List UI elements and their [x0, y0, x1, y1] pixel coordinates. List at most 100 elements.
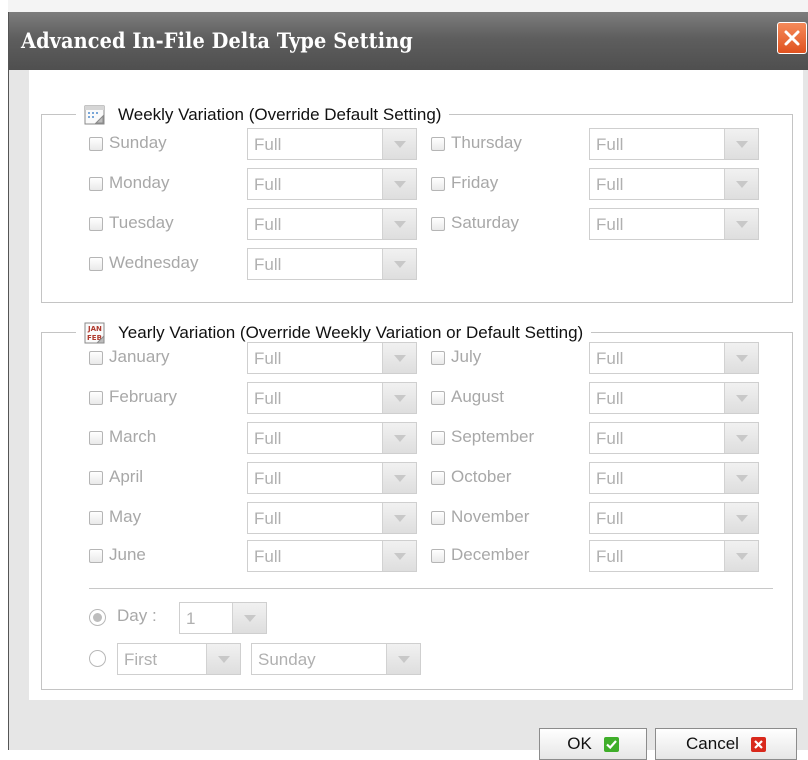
- month-august-checkbox[interactable]: [431, 391, 445, 405]
- chevron-down-icon: [394, 515, 406, 522]
- month-december-checkbox[interactable]: [431, 549, 445, 563]
- day-monday-checkbox[interactable]: [89, 177, 103, 191]
- dropdown-arrow[interactable]: [382, 541, 416, 571]
- chevron-down-icon: [394, 395, 406, 402]
- month-august-label: August: [451, 387, 504, 406]
- month-april-checkbox[interactable]: [89, 471, 103, 485]
- weekly-legend: Weekly Variation (Override Default Setti…: [76, 101, 450, 129]
- day-friday-type-select[interactable]: Full: [589, 168, 759, 200]
- month-march-type-value: Full: [254, 429, 282, 448]
- dropdown-arrow[interactable]: [382, 343, 416, 373]
- day-saturday-checkbox[interactable]: [431, 217, 445, 231]
- month-april-type-value: Full: [254, 469, 282, 488]
- day-tuesday-checkbox[interactable]: [89, 217, 103, 231]
- day-thursday-label: Thursday: [451, 133, 522, 152]
- month-may-type-select[interactable]: Full: [247, 502, 417, 534]
- month-september-type-select[interactable]: Full: [589, 422, 759, 454]
- month-september-checkbox[interactable]: [431, 431, 445, 445]
- dropdown-arrow[interactable]: [382, 383, 416, 413]
- month-november-type-value: Full: [596, 509, 624, 528]
- day-friday-type-value: Full: [596, 175, 624, 194]
- month-april-type-select[interactable]: Full: [247, 462, 417, 494]
- dropdown-arrow[interactable]: [724, 209, 758, 239]
- calendar-month-icon: JAN FEB: [84, 322, 106, 344]
- day-sunday-checkbox[interactable]: [89, 137, 103, 151]
- dropdown-arrow[interactable]: [724, 169, 758, 199]
- weekday-select[interactable]: Sunday: [251, 643, 421, 675]
- month-november-type-select[interactable]: Full: [589, 502, 759, 534]
- dropdown-arrow[interactable]: [232, 603, 266, 633]
- day-monday-type-select[interactable]: Full: [247, 168, 417, 200]
- month-november-checkbox[interactable]: [431, 511, 445, 525]
- dropdown-arrow[interactable]: [382, 169, 416, 199]
- month-march-checkbox[interactable]: [89, 431, 103, 445]
- chevron-down-icon: [736, 475, 748, 482]
- yearly-separator: [89, 588, 773, 589]
- day-sunday-type-select[interactable]: Full: [247, 128, 417, 160]
- close-button[interactable]: [777, 22, 807, 54]
- day-saturday-type-select[interactable]: Full: [589, 208, 759, 240]
- month-march-type-select[interactable]: Full: [247, 422, 417, 454]
- dropdown-arrow[interactable]: [386, 644, 420, 674]
- ok-button[interactable]: OK: [539, 728, 647, 760]
- dropdown-arrow[interactable]: [382, 129, 416, 159]
- month-december-label: December: [451, 545, 530, 564]
- calendar-week-icon: [84, 104, 106, 126]
- month-january-checkbox[interactable]: [89, 351, 103, 365]
- title-bar[interactable]: Advanced In-File Delta Type Setting: [9, 12, 808, 70]
- dropdown-arrow[interactable]: [724, 383, 758, 413]
- ordinal-radio[interactable]: [89, 650, 106, 667]
- dropdown-arrow[interactable]: [724, 541, 758, 571]
- month-july-checkbox[interactable]: [431, 351, 445, 365]
- month-april-label: April: [109, 467, 144, 486]
- day-tuesday-label: Tuesday: [109, 213, 174, 232]
- day-monday-type-value: Full: [254, 175, 282, 194]
- dropdown-arrow[interactable]: [382, 209, 416, 239]
- month-january-type-select[interactable]: Full: [247, 342, 417, 374]
- month-october-checkbox[interactable]: [431, 471, 445, 485]
- dropdown-arrow[interactable]: [724, 423, 758, 453]
- month-october-type-select[interactable]: Full: [589, 462, 759, 494]
- day-friday-checkbox[interactable]: [431, 177, 445, 191]
- day-tuesday-type-select[interactable]: Full: [247, 208, 417, 240]
- day-radio[interactable]: [89, 609, 106, 626]
- chevron-down-icon: [394, 435, 406, 442]
- day-wednesday-type-select[interactable]: Full: [247, 248, 417, 280]
- month-february-type-select[interactable]: Full: [247, 382, 417, 414]
- month-october-type-value: Full: [596, 469, 624, 488]
- month-february-checkbox[interactable]: [89, 391, 103, 405]
- chevron-down-icon: [218, 656, 230, 663]
- ordinal-select[interactable]: First: [117, 643, 241, 675]
- month-july-type-value: Full: [596, 349, 624, 368]
- month-june-type-select[interactable]: Full: [247, 540, 417, 572]
- month-december-type-select[interactable]: Full: [589, 540, 759, 572]
- day-wednesday-checkbox[interactable]: [89, 257, 103, 271]
- month-august-type-select[interactable]: Full: [589, 382, 759, 414]
- cancel-button[interactable]: Cancel: [655, 728, 797, 760]
- dropdown-arrow[interactable]: [382, 423, 416, 453]
- close-icon: [784, 30, 800, 46]
- month-june-checkbox[interactable]: [89, 549, 103, 563]
- day-number-value: 1: [186, 609, 196, 628]
- dropdown-arrow[interactable]: [724, 129, 758, 159]
- day-thursday-type-select[interactable]: Full: [589, 128, 759, 160]
- day-wednesday-label: Wednesday: [109, 253, 199, 272]
- dropdown-arrow[interactable]: [382, 463, 416, 493]
- dropdown-arrow[interactable]: [382, 249, 416, 279]
- weekday-value: Sunday: [258, 650, 316, 669]
- dropdown-arrow[interactable]: [724, 343, 758, 373]
- dropdown-arrow[interactable]: [724, 503, 758, 533]
- chevron-down-icon: [736, 435, 748, 442]
- dropdown-arrow[interactable]: [206, 644, 240, 674]
- chevron-down-icon: [394, 355, 406, 362]
- day-number-select[interactable]: 1: [179, 602, 267, 634]
- chevron-down-icon: [736, 181, 748, 188]
- dropdown-arrow[interactable]: [382, 503, 416, 533]
- dropdown-arrow[interactable]: [724, 463, 758, 493]
- month-july-type-select[interactable]: Full: [589, 342, 759, 374]
- chevron-down-icon: [398, 656, 410, 663]
- chevron-down-icon: [736, 221, 748, 228]
- month-may-label: May: [109, 507, 142, 526]
- month-may-checkbox[interactable]: [89, 511, 103, 525]
- day-thursday-checkbox[interactable]: [431, 137, 445, 151]
